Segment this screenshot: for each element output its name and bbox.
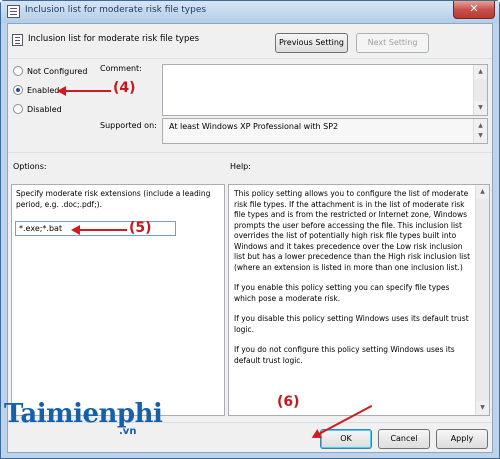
window-title: Inclusion list for moderate risk file ty…	[25, 5, 207, 15]
annotation-step-4: (4)	[113, 80, 136, 96]
title-bar[interactable]: Inclusion list for moderate risk file ty…	[1, 1, 499, 23]
middle-separator	[8, 152, 492, 153]
scroll-up-icon[interactable]: ▲	[474, 65, 487, 79]
help-paragraph: If you disable this policy setting Windo…	[234, 314, 469, 334]
supported-field: At least Windows XP Professional with SP…	[162, 118, 488, 144]
next-setting-button[interactable]: Next Setting	[356, 33, 429, 53]
supported-label: Supported on:	[100, 121, 157, 130]
radio-enabled[interactable]: Enabled	[13, 85, 59, 97]
annotation-step-5: (5)	[129, 220, 152, 236]
cancel-button[interactable]: Cancel	[378, 429, 430, 449]
annotation-arrow-5	[71, 225, 127, 235]
scroll-down-icon[interactable]: ▼	[474, 129, 487, 143]
help-paragraph: If you do not configure this policy sett…	[234, 345, 455, 365]
policy-icon	[7, 5, 20, 18]
comment-field[interactable]: ▲ ▼	[162, 64, 488, 116]
apply-button[interactable]: Apply	[436, 429, 488, 449]
help-paragraph: If you enable this policy setting you ca…	[234, 283, 450, 303]
extensions-description: Specify moderate risk extensions (includ…	[16, 189, 211, 209]
help-scrollbar[interactable]: ▲ ▼	[475, 185, 489, 415]
help-text: This policy setting allows you to config…	[234, 189, 471, 376]
watermark-logo: Taimienphi	[4, 399, 163, 429]
watermark-suffix: .vn	[119, 426, 137, 437]
extensions-value: *.exe;*.bat	[19, 224, 63, 233]
previous-setting-button[interactable]: Previous Setting	[275, 33, 348, 53]
radio-disabled[interactable]: Disabled	[13, 104, 62, 116]
options-label: Options:	[13, 162, 47, 171]
annotation-arrow-4	[57, 86, 111, 96]
comment-scrollbar[interactable]: ▲ ▼	[473, 65, 487, 115]
radio-button[interactable]	[13, 104, 23, 114]
radio-button[interactable]	[13, 66, 23, 76]
scroll-down-icon[interactable]: ▼	[474, 101, 487, 115]
help-label: Help:	[230, 162, 251, 171]
scroll-up-icon[interactable]: ▲	[476, 185, 489, 199]
header-separator	[8, 58, 492, 59]
annotation-step-6: (6)	[277, 394, 300, 410]
dialog-body: Inclusion list for moderate risk file ty…	[7, 23, 493, 453]
setting-title: Inclusion list for moderate risk file ty…	[28, 34, 200, 44]
options-panel: Specify moderate risk extensions (includ…	[11, 184, 225, 416]
radio-not-configured[interactable]: Not Configured	[13, 66, 87, 78]
ok-button[interactable]: OK	[320, 429, 372, 449]
radio-button-checked[interactable]	[13, 85, 23, 95]
comment-label: Comment:	[100, 64, 142, 73]
supported-value: At least Windows XP Professional with SP…	[169, 122, 339, 131]
supported-scrollbar[interactable]: ▲ ▼	[473, 119, 487, 143]
help-panel: This policy setting allows you to config…	[228, 184, 490, 416]
setting-icon	[12, 34, 23, 46]
close-button[interactable]: ✕	[453, 1, 495, 19]
help-paragraph: This policy setting allows you to config…	[234, 189, 471, 272]
scroll-down-icon[interactable]: ▼	[476, 401, 489, 415]
dialog-window: Inclusion list for moderate risk file ty…	[0, 0, 500, 459]
